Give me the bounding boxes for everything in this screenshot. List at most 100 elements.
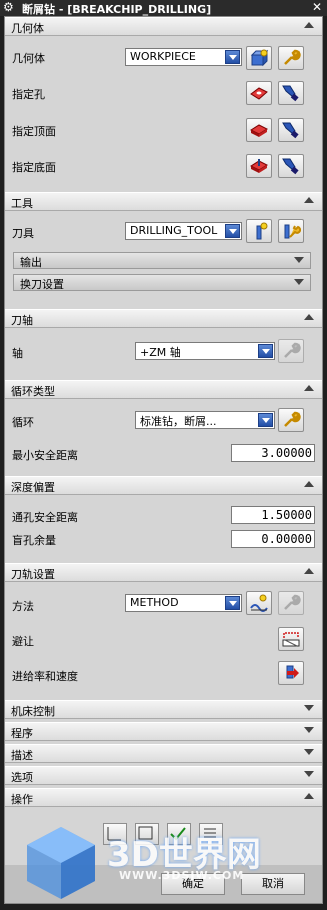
hole-label: 指定孔: [12, 88, 45, 101]
chevron-down-icon[interactable]: [304, 705, 314, 711]
output-subsection[interactable]: 输出: [13, 252, 311, 269]
feeds-speeds-icon: [286, 665, 299, 679]
geometry-label: 几何体: [12, 52, 45, 65]
new-method-button[interactable]: [246, 591, 272, 615]
section-program-header[interactable]: 程序: [5, 722, 322, 741]
method-select[interactable]: METHOD: [125, 594, 242, 612]
section-toolpath-body: 方法 METHOD 避让 进给率和速度: [5, 582, 322, 697]
blind-hole-stock-label: 盲孔余量: [12, 534, 56, 547]
min-clearance-input[interactable]: 3.00000: [231, 444, 315, 462]
axis-label: 轴: [12, 347, 23, 360]
chevron-up-icon[interactable]: [304, 314, 314, 320]
window-titlebar: ⚙ 断屑钻 - [BREAKCHIP_DRILLING] ✕: [0, 0, 327, 16]
close-icon[interactable]: ✕: [312, 0, 322, 14]
flashlight-icon: [282, 85, 299, 102]
geometry-select[interactable]: WORKPIECE: [125, 48, 242, 66]
feeds-speeds-label: 进给率和速度: [12, 670, 78, 683]
chevron-up-icon[interactable]: [304, 481, 314, 487]
dropdown-arrow-icon[interactable]: [225, 50, 240, 64]
dropdown-arrow-icon[interactable]: [225, 224, 240, 238]
axis-select[interactable]: +ZM 轴: [135, 342, 275, 360]
chevron-up-icon[interactable]: [304, 793, 314, 799]
cycle-label: 循环: [12, 416, 34, 429]
edit-geometry-button[interactable]: [278, 46, 304, 70]
flashlight-icon: [282, 122, 299, 139]
window-title: 断屑钻 - [BREAKCHIP_DRILLING]: [22, 3, 212, 16]
ok-button[interactable]: 确定: [161, 873, 225, 895]
section-axis-title: 刀轴: [11, 314, 33, 327]
chevron-down-icon[interactable]: [294, 279, 304, 285]
cycle-select[interactable]: 标准钻，断屑...: [135, 411, 275, 429]
avoidance-button[interactable]: [278, 627, 304, 651]
section-cycle-header[interactable]: 循环类型: [5, 380, 322, 399]
chevron-up-icon[interactable]: [304, 568, 314, 574]
bottom-surface-label: 指定底面: [12, 161, 56, 174]
new-tool-icon: [256, 222, 268, 240]
chevron-down-icon[interactable]: [294, 257, 304, 263]
generate-button[interactable]: [103, 823, 127, 845]
section-actions-header[interactable]: 操作: [5, 788, 322, 807]
chevron-up-icon[interactable]: [304, 385, 314, 391]
section-options-header[interactable]: 选项: [5, 766, 322, 785]
dropdown-arrow-icon[interactable]: [258, 413, 273, 427]
min-clearance-label: 最小安全距离: [12, 449, 78, 462]
method-label: 方法: [12, 600, 34, 613]
avoidance-icon: [282, 632, 300, 647]
verify-button[interactable]: [167, 823, 191, 845]
display-top-surface-button[interactable]: [278, 118, 304, 142]
through-hole-clearance-input[interactable]: 1.50000: [231, 506, 315, 524]
top-surface-label: 指定顶面: [12, 125, 56, 138]
dialog-footer: 确定 取消: [5, 865, 322, 903]
toolchange-subsection[interactable]: 换刀设置: [13, 274, 311, 291]
section-geometry-title: 几何体: [11, 22, 44, 35]
chevron-down-icon[interactable]: [304, 771, 314, 777]
display-hole-button[interactable]: [278, 81, 304, 105]
hole-select-icon: [250, 87, 268, 100]
section-geometry-body: 几何体 WORKPIECE 指定孔 指定顶面 指定底面: [5, 36, 322, 192]
section-geometry-header[interactable]: 几何体: [5, 17, 322, 36]
section-axis-header[interactable]: 刀轴: [5, 309, 322, 328]
chevron-down-icon[interactable]: [304, 727, 314, 733]
section-cycle-body: 循环 标准钻，断屑... 最小安全距离 3.00000: [5, 399, 322, 473]
edit-tool-button[interactable]: [278, 219, 304, 243]
edit-axis-button[interactable]: [278, 339, 304, 363]
tool-select[interactable]: DRILLING_TOOL: [125, 222, 242, 240]
operation-dialog: 几何体 几何体 WORKPIECE 指定孔 指定顶面 指定底面 工具 刀具 DR…: [4, 16, 323, 904]
chevron-up-icon[interactable]: [304, 197, 314, 203]
wrench-icon: [284, 342, 301, 358]
top-surface-icon: [249, 124, 269, 137]
section-tool-body: 刀具 DRILLING_TOOL 输出 换刀设置: [5, 211, 322, 309]
new-geometry-button[interactable]: [246, 46, 272, 70]
section-description-header[interactable]: 描述: [5, 744, 322, 763]
list-icon: [204, 828, 216, 838]
edit-cycle-button[interactable]: [278, 408, 304, 432]
select-hole-button[interactable]: [246, 81, 272, 105]
blind-hole-stock-input[interactable]: 0.00000: [231, 530, 315, 548]
chevron-up-icon[interactable]: [304, 22, 314, 28]
select-bottom-surface-button[interactable]: [246, 154, 272, 178]
section-axis-body: 轴 +ZM 轴: [5, 328, 322, 376]
section-machine-control-header[interactable]: 机床控制: [5, 700, 322, 719]
edit-method-button[interactable]: [278, 591, 304, 615]
replay-button[interactable]: [135, 823, 159, 845]
select-top-surface-button[interactable]: [246, 118, 272, 142]
dropdown-arrow-icon[interactable]: [225, 596, 240, 610]
section-depth-title: 深度偏置: [11, 481, 55, 494]
new-tool-button[interactable]: [246, 219, 272, 243]
list-button[interactable]: [199, 823, 223, 845]
dropdown-arrow-icon[interactable]: [258, 344, 273, 358]
display-bottom-surface-button[interactable]: [278, 154, 304, 178]
section-tool-header[interactable]: 工具: [5, 192, 322, 211]
gear-icon[interactable]: ⚙: [3, 0, 17, 14]
chevron-down-icon[interactable]: [304, 749, 314, 755]
cancel-button[interactable]: 取消: [241, 873, 305, 895]
feeds-speeds-button[interactable]: [278, 661, 304, 685]
verify-icon: [170, 827, 186, 841]
section-depth-body: 通孔安全距离 1.50000 盲孔余量 0.00000: [5, 495, 322, 563]
section-depth-header[interactable]: 深度偏置: [5, 476, 322, 495]
actions-toolbar: [5, 813, 322, 865]
new-geometry-icon: [250, 49, 269, 67]
section-tool-title: 工具: [11, 197, 33, 210]
section-toolpath-header[interactable]: 刀轨设置: [5, 563, 322, 582]
generate-icon: [107, 827, 121, 841]
